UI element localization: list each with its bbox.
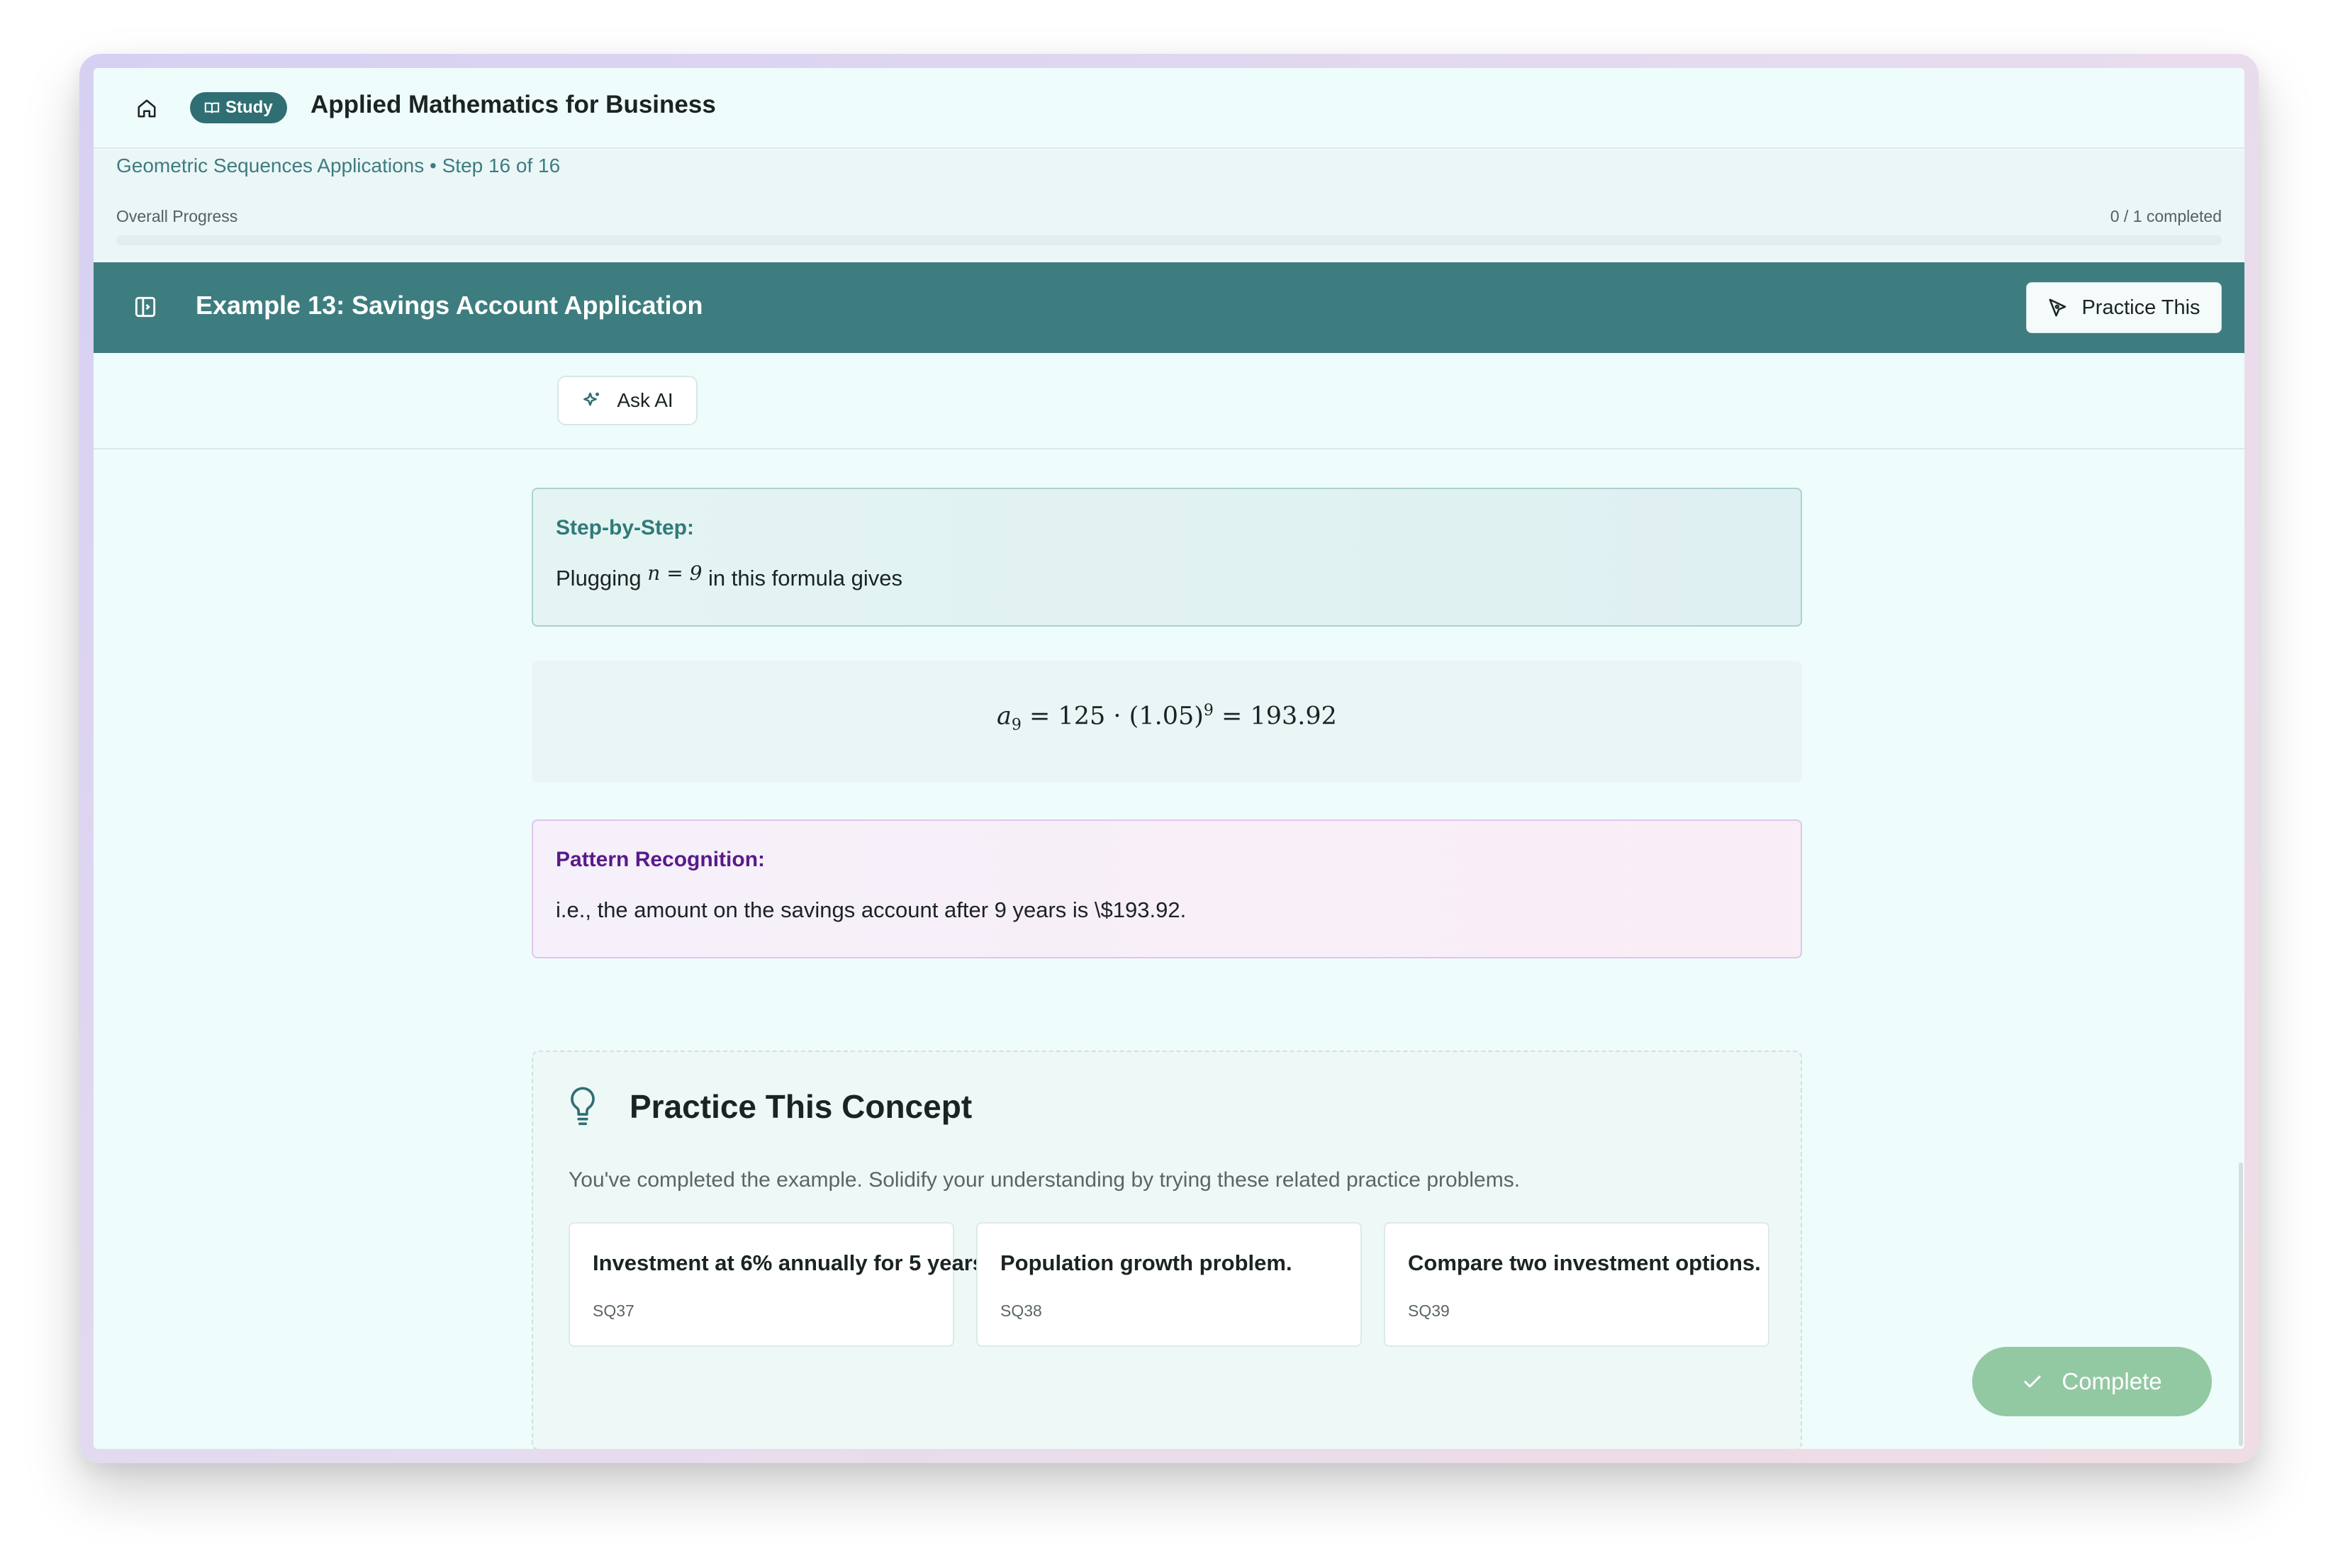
progress-label: Overall Progress bbox=[116, 207, 238, 225]
step-math: n = 9 bbox=[647, 561, 703, 585]
breadcrumb[interactable]: Geometric Sequences Applications • Step … bbox=[116, 155, 560, 177]
example-title: Example 13: Savings Account Application bbox=[196, 291, 703, 320]
complete-button[interactable]: Complete bbox=[1972, 1347, 2212, 1416]
ask-ai-button[interactable]: Ask AI bbox=[557, 376, 698, 425]
practice-concept-description: You've completed the example. Solidify y… bbox=[569, 1168, 1521, 1192]
step-text-after: in this formula gives bbox=[708, 566, 902, 590]
step-heading: Step-by-Step: bbox=[556, 516, 694, 539]
progress-bar bbox=[116, 235, 2222, 245]
pattern-text: i.e., the amount on the savings account … bbox=[556, 897, 1187, 922]
sparkles-icon bbox=[583, 392, 600, 406]
problem-code: SQ39 bbox=[1408, 1301, 1450, 1320]
practice-problem-card[interactable]: Investment at 6% annually for 5 years. S… bbox=[569, 1222, 991, 1347]
step-by-step-card: Step-by-Step: Plugging n = 9 in this for… bbox=[532, 488, 1802, 627]
home-button[interactable] bbox=[130, 92, 163, 125]
ask-ai-label: Ask AI bbox=[617, 389, 673, 411]
lightbulb-icon bbox=[571, 1087, 595, 1126]
top-bar: Study Applied Mathematics for Business bbox=[94, 68, 2244, 149]
formula-rhs-part2: = 193.92 bbox=[1213, 702, 1337, 731]
example-header: Example 13: Savings Account Application … bbox=[94, 262, 2244, 353]
toolbar-row: Ask AI bbox=[94, 353, 2244, 449]
problem-title: Population growth problem. bbox=[1000, 1250, 1292, 1275]
practice-problem-card[interactable]: Compare two investment options. SQ39 bbox=[1384, 1222, 1769, 1347]
practice-this-label: Practice This bbox=[2081, 296, 2200, 319]
step-text: Plugging n = 9 in this formula gives bbox=[556, 561, 902, 591]
formula: a9 = 125 · (1.05)9 = 193.92 bbox=[532, 702, 1802, 734]
pattern-recognition-card: Pattern Recognition: i.e., the amount on… bbox=[532, 819, 1802, 958]
formula-rhs-exp: 9 bbox=[1203, 702, 1214, 719]
practice-this-button[interactable]: Practice This bbox=[2026, 282, 2222, 333]
practice-problem-card[interactable]: Population growth problem. SQ38 bbox=[976, 1222, 1362, 1347]
scrollbar[interactable] bbox=[2239, 1163, 2243, 1446]
formula-card: a9 = 125 · (1.05)9 = 193.92 bbox=[532, 661, 1802, 783]
problem-code: SQ38 bbox=[1000, 1301, 1042, 1320]
sidebar-toggle-icon[interactable] bbox=[132, 293, 159, 320]
formula-rhs-part1: = 125 · (1.05) bbox=[1021, 702, 1204, 731]
app-window: Study Applied Mathematics for Business G… bbox=[94, 68, 2244, 1449]
pattern-heading: Pattern Recognition: bbox=[556, 848, 766, 871]
course-title: Applied Mathematics for Business bbox=[311, 91, 716, 118]
study-badge: Study bbox=[190, 92, 287, 123]
problem-title: Investment at 6% annually for 5 years. bbox=[593, 1250, 991, 1275]
progress-count: 0 / 1 completed bbox=[2110, 207, 2222, 225]
practice-concept-section: Practice This Concept You've completed t… bbox=[532, 1051, 1802, 1449]
problem-code: SQ37 bbox=[593, 1301, 634, 1320]
formula-lhs-base: a bbox=[997, 702, 1012, 731]
pen-tool-icon bbox=[2049, 298, 2066, 317]
step-text-before: Plugging bbox=[556, 566, 642, 590]
problem-title: Compare two investment options. bbox=[1408, 1250, 1761, 1275]
study-badge-label: Study bbox=[225, 98, 273, 117]
complete-label: Complete bbox=[2062, 1368, 2162, 1394]
formula-lhs-sub: 9 bbox=[1011, 716, 1022, 734]
practice-concept-title: Practice This Concept bbox=[630, 1088, 973, 1125]
check-icon bbox=[2024, 1375, 2041, 1388]
home-icon bbox=[138, 99, 156, 118]
book-icon bbox=[204, 102, 220, 113]
